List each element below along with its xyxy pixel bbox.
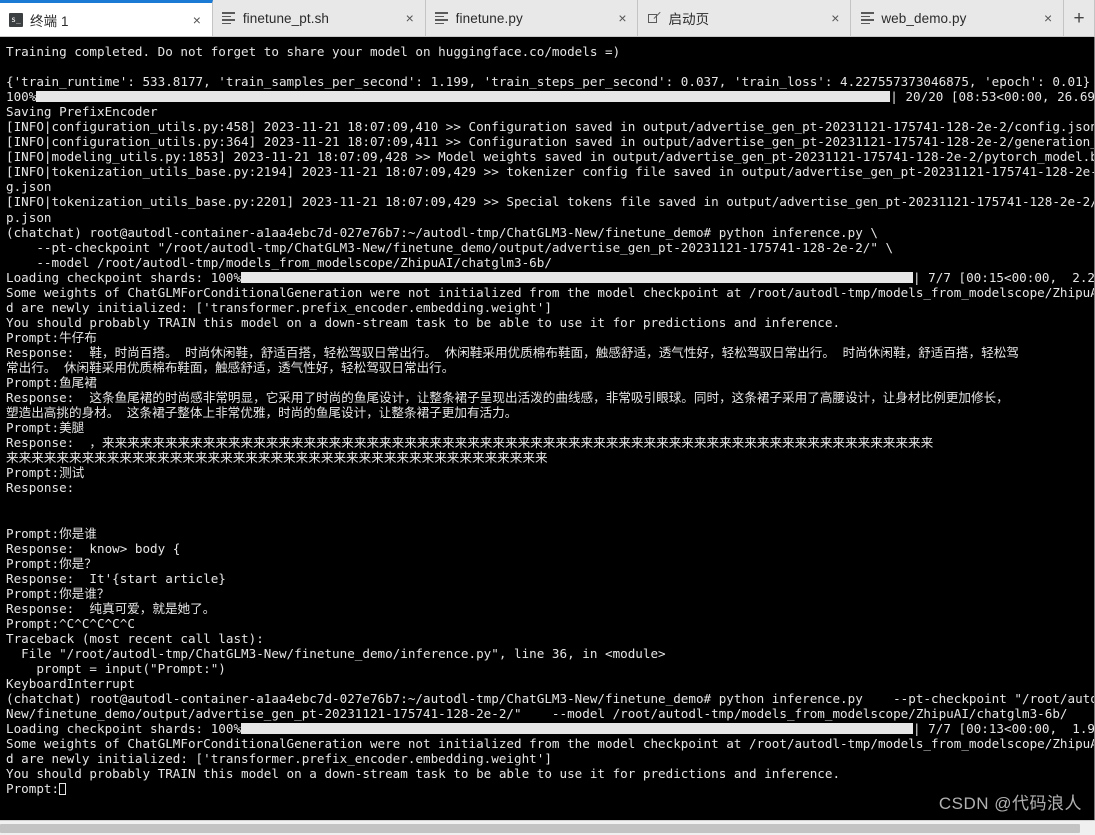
terminal-line: d are newly initialized: ['transformer.p… (6, 299, 552, 315)
tab-label: 终端 1 (30, 13, 69, 29)
terminal-line: Prompt:你是谁？ (6, 585, 110, 601)
terminal-input-line[interactable]: Prompt: (6, 781, 1094, 797)
terminal-icon: s_ (8, 12, 24, 28)
tab-finetune-py[interactable]: finetune.py × (425, 0, 639, 36)
progress-label: 100% (6, 89, 37, 105)
file-lines-icon (859, 10, 875, 26)
terminal-line: (chatchat) root@autodl-container-a1aa4eb… (6, 691, 1095, 707)
file-lines-icon (221, 10, 237, 26)
terminal-line: Training completed. Do not forget to sha… (6, 44, 621, 59)
terminal-line: d are newly initialized: ['transformer.p… (6, 751, 552, 767)
tab-start-page[interactable]: 启动页 × (638, 0, 852, 36)
terminal-panel[interactable]: Training completed. Do not forget to sha… (0, 37, 1095, 820)
terminal-line: [INFO|tokenization_utils_base.py:2194] 2… (6, 164, 1095, 180)
terminal-line: KeyboardInterrupt (6, 675, 135, 691)
terminal-line: p.json (6, 209, 52, 225)
terminal-line: 塑造出高挑的身材。 这条裙子整体上非常优雅，时尚的鱼尾设计，让整条裙子更加有活力… (6, 405, 518, 421)
external-link-icon (646, 10, 662, 26)
terminal-line: Prompt:你是谁 (6, 525, 97, 541)
tab-label: finetune_pt.sh (242, 10, 330, 26)
terminal-line: 来来来来来来来来来来来来来来来来来来来来来来来来来来来来来来来来来来来来来来来来… (6, 450, 548, 466)
progress-stats: | 7/7 [00:15<00:00, 2.2 (913, 269, 1095, 285)
progress-bar-fill (36, 91, 891, 103)
progress-bar-fill (241, 271, 914, 283)
terminal-line: Traceback (most recent call last): (6, 630, 264, 646)
terminal-line: Prompt:你是？ (6, 555, 97, 571)
terminal-line: [INFO|configuration_utils.py:458] 2023-1… (6, 119, 1095, 135)
terminal-progress-line: 100% | 20/20 [08:53<00:00, 26.69 (6, 89, 1095, 105)
terminal-line: Prompt:测试 (6, 465, 85, 481)
file-lines-icon (434, 10, 450, 26)
terminal-line: New/finetune_demo/output/advertise_gen_p… (6, 706, 1068, 722)
progress-bar-fill (241, 723, 914, 735)
tab-terminal-1[interactable]: s_ 终端 1 × (0, 0, 213, 36)
horizontal-scrollbar[interactable] (0, 820, 1095, 835)
terminal-line: Saving PrefixEncoder (6, 104, 158, 120)
tab-web-demo-py[interactable]: web_demo.py × (851, 0, 1065, 36)
terminal-output: Training completed. Do not forget to sha… (0, 37, 1095, 797)
terminal-line: Response: know> body { (6, 540, 181, 556)
terminal-line: g.json (6, 179, 52, 195)
tab-label: finetune.py (455, 10, 523, 26)
editor-tab-bar: s_ 终端 1 × finetune_pt.sh × finetune.py ×… (0, 0, 1095, 37)
terminal-line: Response: It'{start article} (6, 570, 226, 586)
terminal-line: Response: 鞋，时尚百搭。 时尚休闲鞋，舒适百搭，轻松驾驭日常出行。 休… (6, 344, 1019, 360)
progress-stats: | 7/7 [00:13<00:00, 1.9 (913, 721, 1095, 737)
text-cursor (59, 783, 67, 796)
close-icon[interactable]: × (826, 9, 844, 27)
terminal-line: [INFO|tokenization_utils_base.py:2201] 2… (6, 194, 1095, 210)
terminal-progress-line: Loading checkpoint shards: 100% | 7/7 [00… (6, 269, 1095, 285)
terminal-line: Response: 纯真可爱，就是她了。 (6, 600, 216, 616)
terminal-line: Prompt:牛仔布 (6, 329, 97, 345)
terminal-line: Response: (6, 480, 75, 496)
tab-finetune-pt-sh[interactable]: finetune_pt.sh × (212, 0, 426, 36)
terminal-line: (chatchat) root@autodl-container-a1aa4eb… (6, 224, 878, 240)
terminal-line: 常出行。 休闲鞋采用优质棉布鞋面，触感舒适，透气性好，轻松驾驭日常出行。 (6, 359, 455, 375)
close-icon[interactable]: × (613, 9, 631, 27)
terminal-line: --model /root/autodl-tmp/models_from_mod… (6, 254, 552, 270)
terminal-line: You should probably TRAIN this model on … (6, 314, 841, 330)
terminal-line: --pt-checkpoint "/root/autodl-tmp/ChatGL… (6, 239, 894, 255)
new-tab-button[interactable]: + (1064, 0, 1095, 36)
close-icon[interactable]: × (401, 9, 419, 27)
progress-label: Loading checkpoint shards: 100% (6, 269, 242, 285)
prompt-label: Prompt: (6, 781, 60, 797)
progress-label: Loading checkpoint shards: 100% (6, 721, 242, 737)
terminal-line: Prompt:^C^C^C^C^C (6, 615, 135, 631)
terminal-line: You should probably TRAIN this model on … (6, 766, 841, 782)
tab-label: 启动页 (668, 12, 710, 27)
terminal-line: [INFO|configuration_utils.py:364] 2023-1… (6, 134, 1095, 150)
terminal-line: Some weights of ChatGLMForConditionalGen… (6, 284, 1095, 300)
terminal-line: {'train_runtime': 533.8177, 'train_sampl… (6, 74, 1091, 90)
terminal-line: File "/root/autodl-tmp/ChatGLM3-New/fine… (6, 645, 666, 661)
terminal-line: Prompt:美腿 (6, 420, 85, 436)
terminal-line: Response: 这条鱼尾裙的时尚感非常明显，它采用了时尚的鱼尾设计，让整条裙… (6, 390, 1009, 406)
terminal-line: Response: ，来来来来来来来来来来来来来来来来来来来来来来来来来来来来来… (6, 435, 934, 451)
terminal-line: Prompt:鱼尾裙 (6, 375, 97, 391)
terminal-progress-line: Loading checkpoint shards: 100% | 7/7 [00… (6, 721, 1095, 737)
terminal-line: Some weights of ChatGLMForConditionalGen… (6, 736, 1095, 752)
close-icon[interactable]: × (188, 11, 206, 29)
terminal-line: prompt = input("Prompt:") (6, 660, 226, 676)
close-icon[interactable]: × (1039, 9, 1057, 27)
progress-stats: | 20/20 [08:53<00:00, 26.69 (890, 89, 1095, 105)
terminal-line: [INFO|modeling_utils.py:1853] 2023-11-21… (6, 149, 1095, 165)
tab-label: web_demo.py (881, 10, 967, 26)
scrollbar-thumb[interactable] (0, 824, 1080, 833)
